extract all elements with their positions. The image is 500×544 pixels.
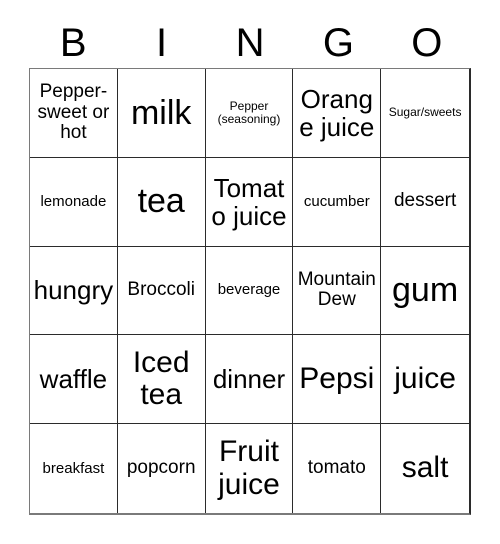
bingo-cell-r1c5[interactable]: Sugar/sweets <box>381 69 469 158</box>
bingo-cell-r1c1[interactable]: Pepper-sweet or hot <box>30 69 118 158</box>
bingo-cell-label: Tomato juice <box>211 172 287 231</box>
bingo-cell-label: dessert <box>393 190 457 212</box>
bingo-header-letter-n: N <box>235 21 265 65</box>
bingo-cell-r2c4[interactable]: cucumber <box>293 157 382 247</box>
bingo-cell-label: Mountain Dew <box>297 268 376 311</box>
bingo-cell-r1c3[interactable]: Pepper (seasoning) <box>205 69 294 158</box>
bingo-cell-r5c5[interactable]: salt <box>381 424 469 513</box>
bingo-cell-r5c1[interactable]: breakfast <box>30 424 118 513</box>
bingo-cell-label: tomato <box>307 457 366 479</box>
bingo-cell-label: salt <box>401 451 449 485</box>
bingo-cell-r2c2[interactable]: tea <box>117 157 206 247</box>
bingo-cell-label: cucumber <box>303 192 370 210</box>
bingo-cell-r3c4[interactable]: Mountain Dew <box>293 246 382 336</box>
bingo-cell-r3c5[interactable]: gum <box>381 246 469 336</box>
bingo-cell-r1c2[interactable]: milk <box>117 69 206 158</box>
bingo-header-letter-i: I <box>156 21 168 65</box>
bingo-cell-r3c1[interactable]: hungry <box>30 246 118 336</box>
bingo-cell-label: waffle <box>39 364 108 395</box>
bingo-cell-r3c2[interactable]: Broccoli <box>117 246 206 336</box>
bingo-cell-r3c3[interactable]: beverage <box>205 246 294 336</box>
bingo-cell-label: Orange juice <box>299 83 375 142</box>
bingo-cell-label: lemonade <box>40 192 107 210</box>
bingo-cell-label: breakfast <box>42 459 105 477</box>
bingo-header-letter-b: B <box>59 21 87 65</box>
bingo-cell-r5c3[interactable]: Fruit juice <box>205 424 294 513</box>
bingo-cell-label: juice <box>394 362 456 396</box>
bingo-cell-r2c3[interactable]: Tomato juice <box>205 157 294 247</box>
bingo-cell-label: hungry <box>33 275 114 306</box>
bingo-cell-label: Iced tea <box>132 345 190 412</box>
bingo-cell-label: dinner <box>212 364 286 395</box>
bingo-card: B I N G O Pepper-sweet or hot milk Pepper … <box>0 0 500 544</box>
bingo-cell-label: Broccoli <box>127 279 195 301</box>
bingo-cell-label: Fruit juice <box>218 435 280 501</box>
bingo-cell-label: Pepsi <box>299 362 375 396</box>
bingo-cell-r2c5[interactable]: dessert <box>381 157 469 247</box>
bingo-cell-label: Pepper-sweet or hot <box>37 81 110 144</box>
bingo-cell-label: Sugar/sweets <box>388 105 462 120</box>
bingo-header: B I N G O <box>29 18 471 68</box>
bingo-cell-r4c1[interactable]: waffle <box>30 335 118 425</box>
bingo-cell-label: gum <box>392 271 459 310</box>
bingo-cell-label: Pepper (seasoning) <box>217 98 281 126</box>
bingo-cell-r4c3[interactable]: dinner <box>205 335 294 425</box>
bingo-cell-label: beverage <box>217 281 281 299</box>
bingo-cell-label: milk <box>130 93 192 132</box>
bingo-cell-label: tea <box>137 182 185 221</box>
bingo-cell-r5c4[interactable]: tomato <box>293 424 382 513</box>
bingo-cell-r2c1[interactable]: lemonade <box>30 157 118 247</box>
bingo-header-letter-o: O <box>411 21 443 65</box>
bingo-cell-r4c2[interactable]: Iced tea <box>117 335 206 425</box>
bingo-cell-r5c2[interactable]: popcorn <box>117 424 206 513</box>
bingo-grid: Pepper-sweet or hot milk Pepper (seasoning… <box>29 68 471 515</box>
bingo-header-letter-g: G <box>322 21 354 65</box>
bingo-cell-label: popcorn <box>126 457 196 479</box>
bingo-cell-r4c4[interactable]: Pepsi <box>293 335 382 425</box>
bingo-cell-r1c4[interactable]: Orange juice <box>293 69 382 158</box>
bingo-cell-r4c5[interactable]: juice <box>381 335 469 425</box>
